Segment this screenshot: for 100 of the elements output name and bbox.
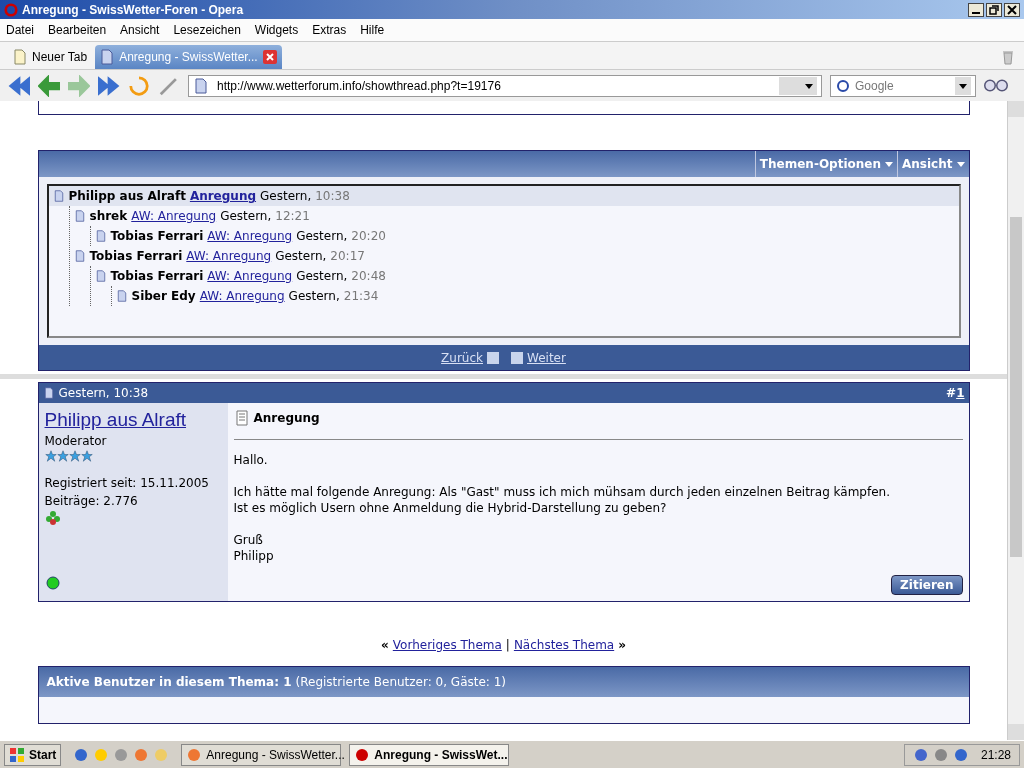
taskbar-window[interactable]: Anregung - SwissWetter...	[181, 743, 342, 766]
caret-icon	[956, 161, 965, 167]
options-menu[interactable]: Ansicht	[897, 151, 969, 177]
post-date: Gestern,	[288, 288, 340, 305]
tree-row[interactable]: Tobias Ferrari AW: Anregung Gestern, 20:48	[90, 266, 959, 286]
previous-link[interactable]: Zurück	[441, 348, 499, 367]
menu-item[interactable]: Lesezeichen	[173, 21, 241, 39]
quote-button[interactable]: Zitieren	[891, 575, 963, 595]
menu-item[interactable]: Bearbeiten	[48, 21, 107, 39]
clock: 21:28	[980, 746, 1011, 764]
windows-logo-icon	[9, 746, 25, 763]
app-icon	[153, 746, 170, 763]
tree-row[interactable]: shrek AW: Anregung Gestern, 12:21	[69, 206, 959, 226]
star-icon	[56, 449, 69, 462]
post-link[interactable]: AW: Anregung	[131, 207, 217, 225]
glasses-icon[interactable]	[984, 78, 1008, 93]
tab-label: Anregung - SwissWetter...	[119, 49, 258, 66]
author-name: Tobias Ferrari	[110, 228, 204, 245]
opera-logo-icon	[4, 2, 18, 17]
post-title: Anregung	[253, 410, 320, 427]
user-role: Moderator	[44, 432, 108, 450]
status-dot-icon	[44, 575, 61, 591]
scrollbar[interactable]	[1007, 101, 1024, 740]
tree-row[interactable]: Tobias Ferrari AW: Anregung Gestern, 20:20	[90, 226, 959, 246]
post-date: Gestern,	[275, 248, 327, 265]
options-menu[interactable]: Themen-Optionen	[754, 151, 897, 177]
close-button[interactable]	[1004, 2, 1020, 17]
author-name: Philipp aus Alraft	[68, 188, 186, 205]
new-page-icon	[12, 49, 28, 65]
tray-icon	[912, 746, 929, 763]
tree-row[interactable]: Tobias Ferrari AW: Anregung Gestern, 20:17	[69, 246, 959, 266]
menu-item[interactable]: Ansicht	[120, 21, 160, 39]
dropdown-icon	[955, 76, 971, 95]
back-arrow-icon[interactable]	[38, 74, 60, 97]
next-link[interactable]: Weiter	[511, 348, 566, 367]
document-icon	[94, 230, 107, 242]
menu-item[interactable]: Extras	[312, 21, 347, 39]
author-name: shrek	[89, 208, 128, 225]
post-date: Gestern,	[296, 268, 348, 285]
author-name: Siber Edy	[131, 288, 196, 305]
document-icon	[233, 410, 250, 426]
post-time: 20:20	[351, 228, 386, 245]
active-users-title: Aktive Benutzer in diesem Thema: 1	[46, 674, 292, 691]
post-icon	[42, 387, 55, 399]
tree-row[interactable]: Philipp aus Alraft Anregung Gestern, 10:38	[48, 186, 959, 206]
tab[interactable]: Neuer Tab	[8, 45, 92, 69]
close-icon	[261, 49, 278, 65]
post-date: Gestern,	[296, 228, 348, 245]
post-time: 10:38	[315, 188, 350, 205]
star-icon	[68, 449, 81, 462]
tray-icon	[952, 746, 969, 763]
star-icon	[44, 449, 57, 462]
app-icon	[133, 746, 150, 763]
post-link[interactable]: Anregung	[189, 187, 257, 205]
document-icon	[73, 250, 86, 262]
browser-icon	[354, 746, 371, 763]
taskbar-window[interactable]: Anregung - SwissWet...	[349, 743, 510, 766]
app-icon	[73, 746, 90, 763]
start-button[interactable]: Start	[4, 743, 62, 766]
minimize-icon	[971, 11, 981, 14]
menu-item[interactable]: Widgets	[254, 21, 299, 39]
address-field[interactable]: http://www.wetterforum.info/showthread.php?t=19176	[188, 74, 822, 97]
window-title: Anregung - SwissWetter-Foren - Opera	[22, 1, 244, 19]
minimize-button[interactable]	[968, 2, 984, 17]
google-icon	[835, 77, 851, 94]
trash-icon	[1000, 49, 1016, 65]
previous-thread-link[interactable]: Vorheriges Thema	[392, 636, 502, 654]
post-date: Gestern,	[260, 188, 312, 205]
post-link[interactable]: AW: Anregung	[207, 267, 293, 285]
post-time: 20:17	[330, 248, 365, 265]
post-text: Hallo.	[233, 452, 269, 468]
next-thread-link[interactable]: Nächstes Thema	[513, 636, 615, 654]
separator: |	[505, 637, 510, 654]
author-link[interactable]: Philipp aus Alraft	[44, 408, 222, 432]
restore-button[interactable]	[986, 2, 1002, 17]
tray-icon	[932, 746, 949, 763]
post-text: Ich hätte mal folgende Anregung: Als "Gast" muss ich mich mühsam durch jeden einzelnen Beitrag kämpfen. Ist es möglich Usern ohne Anmeldung die Hybrid-Darstellung zu geben?	[233, 484, 891, 516]
next-mark: »	[618, 637, 626, 654]
caret-icon	[885, 161, 893, 167]
active-users-detail: (Registrierte Benutzer: 0, Gäste: 1)	[295, 674, 506, 691]
tab-label: Neuer Tab	[32, 49, 88, 66]
post-link[interactable]: AW: Anregung	[207, 227, 293, 245]
flower-icon	[44, 509, 61, 526]
dropdown-icon	[801, 76, 817, 95]
tree-row[interactable]: Siber Edy AW: Anregung Gestern, 21:34	[111, 286, 959, 306]
rewind-icon[interactable]	[8, 74, 30, 97]
document-icon	[94, 270, 107, 282]
post-time: 20:48	[351, 268, 386, 285]
author-name: Tobias Ferrari	[89, 248, 183, 265]
menu-item[interactable]: Hilfe	[360, 21, 385, 39]
post-time: 21:34	[343, 288, 379, 305]
post-link[interactable]: AW: Anregung	[199, 287, 285, 305]
document-icon	[115, 290, 128, 302]
fast-forward-icon[interactable]	[98, 74, 120, 97]
search-field[interactable]: Google	[830, 74, 976, 97]
search-placeholder: Google	[855, 77, 894, 95]
menu-item[interactable]: Datei	[6, 21, 34, 39]
post-time: 12:21	[275, 208, 310, 225]
post-link[interactable]: AW: Anregung	[186, 247, 272, 265]
document-icon	[52, 190, 65, 202]
